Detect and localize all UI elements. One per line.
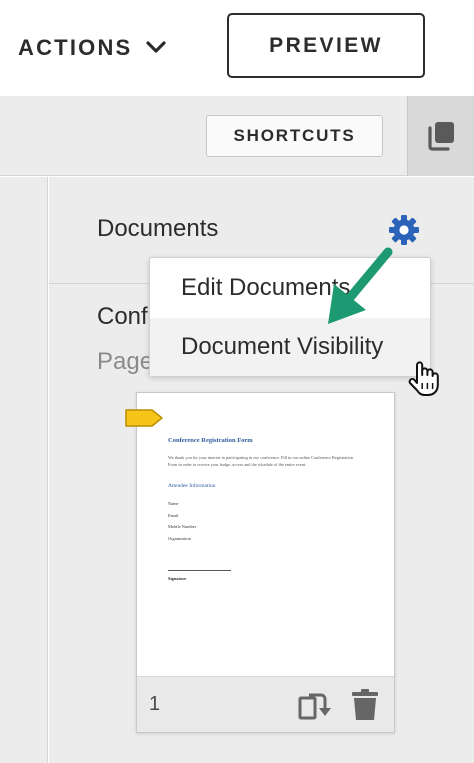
documents-heading: Documents [97,215,219,242]
signature-line [168,570,231,571]
copy-tab[interactable] [407,96,474,176]
copy-icon [428,122,454,151]
rotate-page-icon[interactable] [297,689,331,721]
left-rail [0,177,48,763]
hand-cursor-icon [408,361,439,396]
thumbnail-field: Name [168,501,179,506]
thumbnail-footer: 1 [137,676,394,732]
top-bar: ACTIONS PREVIEW [0,0,474,96]
document-tag-icon [125,409,163,427]
thumbnail-field: Mobile Number [168,524,197,529]
actions-label: ACTIONS [18,35,133,60]
thumbnail-section-heading: Attendee Information [168,483,216,489]
thumbnail-field: Email [168,512,179,518]
chevron-down-icon [146,41,167,53]
page-number: 1 [149,693,161,715]
thumbnail-title: Conference Registration Form [168,437,253,444]
thumbnail-intro: We thank you for your interest in partic… [168,455,353,467]
actions-dropdown[interactable]: ACTIONS [18,28,167,68]
thumbnail-field-list: Name Email Mobile Number Organization [168,501,196,547]
toolbar: SHORTCUTS [0,96,474,176]
trash-icon[interactable] [350,688,380,721]
page-thumbnail[interactable]: Conference Registration Form We thank yo… [136,392,395,733]
preview-button[interactable]: PREVIEW [227,13,425,78]
thumbnail-signature-label: Signature [168,576,187,581]
shortcuts-button[interactable]: SHORTCUTS [206,115,383,157]
annotation-arrow-icon [328,247,393,324]
thumbnail-field: Organization [168,535,191,541]
